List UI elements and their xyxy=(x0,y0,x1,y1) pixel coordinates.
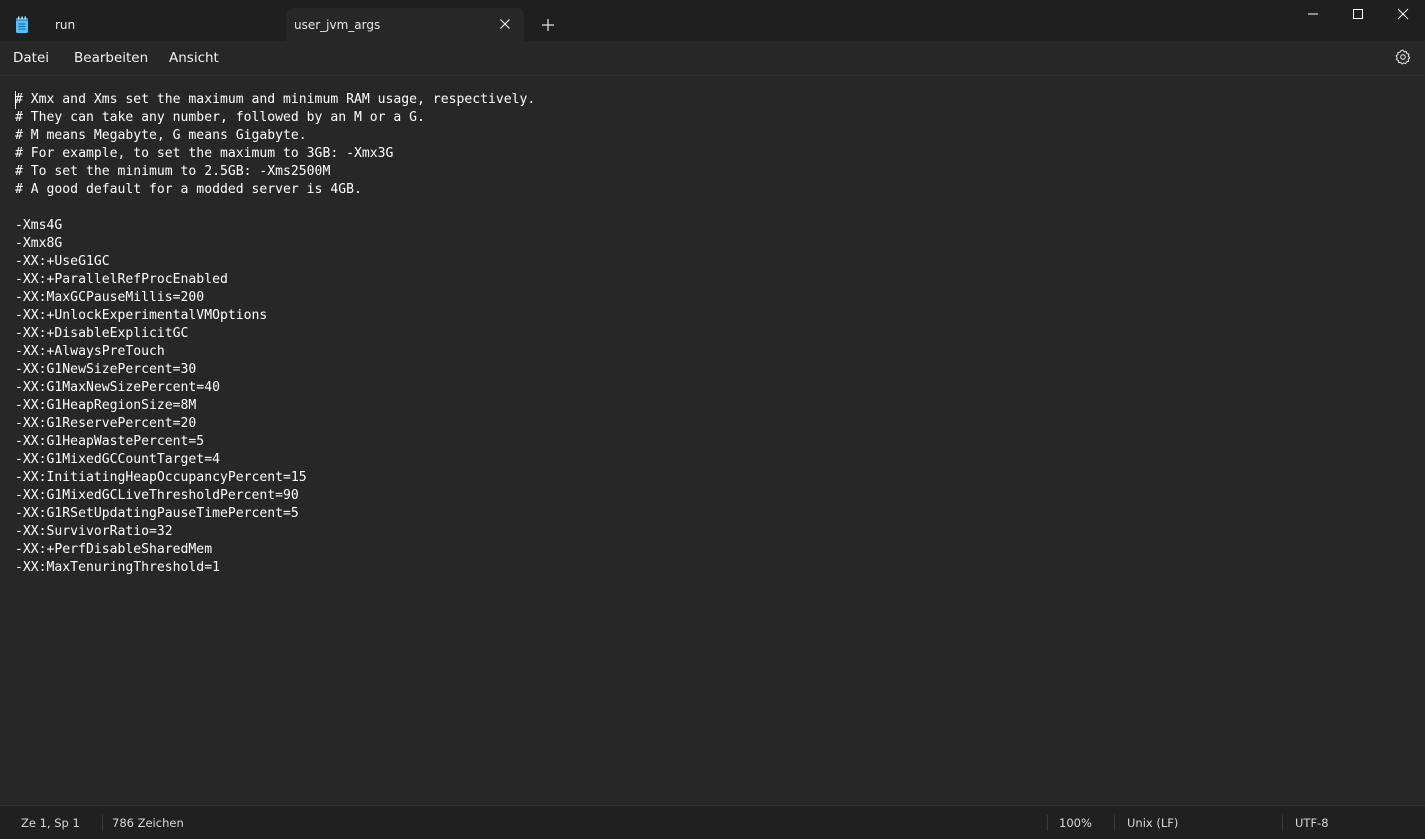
text-caret xyxy=(15,91,16,109)
menu-bar: Datei Bearbeiten Ansicht xyxy=(0,41,1425,75)
tab-user-jvm-args[interactable]: user_jvm_args xyxy=(286,8,524,41)
editor-line: -XX:+UnlockExperimentalVMOptions xyxy=(15,308,268,323)
editor-line: -XX:G1ReservePercent=20 xyxy=(15,416,197,431)
gear-icon[interactable] xyxy=(1395,49,1411,65)
tab-label: user_jvm_args xyxy=(294,18,381,32)
editor-line: # To set the minimum to 2.5GB: -Xms2500M xyxy=(15,164,331,179)
character-count: 786 Zeichen xyxy=(112,816,184,830)
notepad-window: run user_jvm_args Datei Bearbeiten Ansic… xyxy=(0,0,1425,839)
status-divider xyxy=(1114,815,1115,831)
status-bar: Ze 1, Sp 1 786 Zeichen 100% Unix (LF) UT… xyxy=(0,805,1425,839)
editor-line: -Xmx8G xyxy=(15,236,63,251)
editor-line: # M means Megabyte, G means Gigabyte. xyxy=(15,128,307,143)
cursor-position: Ze 1, Sp 1 xyxy=(21,816,80,830)
line-ending[interactable]: Unix (LF) xyxy=(1127,816,1178,830)
text-editor[interactable]: # Xmx and Xms set the maximum and minimu… xyxy=(0,75,1425,805)
tab-run[interactable]: run xyxy=(44,8,284,41)
editor-line: -XX:G1MaxNewSizePercent=40 xyxy=(15,380,220,395)
editor-line: # They can take any number, followed by … xyxy=(15,110,425,125)
editor-line: -XX:MaxGCPauseMillis=200 xyxy=(15,290,205,305)
maximize-icon xyxy=(1353,9,1363,19)
editor-line: -XX:MaxTenuringThreshold=1 xyxy=(15,560,220,575)
minimize-icon xyxy=(1308,13,1318,15)
editor-line: # Xmx and Xms set the maximum and minimu… xyxy=(15,92,536,107)
encoding[interactable]: UTF-8 xyxy=(1295,816,1329,830)
editor-line: -Xms4G xyxy=(15,218,63,233)
editor-line: -XX:G1RSetUpdatingPauseTimePercent=5 xyxy=(15,506,299,521)
editor-content[interactable]: # Xmx and Xms set the maximum and minimu… xyxy=(15,91,535,577)
editor-line: -XX:G1HeapRegionSize=8M xyxy=(15,398,197,413)
title-bar: run user_jvm_args xyxy=(0,0,1425,41)
menu-ansicht[interactable]: Ansicht xyxy=(169,50,219,66)
close-tab-icon[interactable] xyxy=(499,18,511,30)
editor-line: -XX:SurvivorRatio=32 xyxy=(15,524,173,539)
status-divider xyxy=(1047,815,1048,831)
editor-line: # For example, to set the maximum to 3GB… xyxy=(15,146,394,161)
editor-line: -XX:G1MixedGCLiveThresholdPercent=90 xyxy=(15,488,299,503)
editor-line: -XX:G1HeapWastePercent=5 xyxy=(15,434,205,449)
editor-line: -XX:G1MixedGCCountTarget=4 xyxy=(15,452,220,467)
notepad-app-icon xyxy=(16,16,28,33)
editor-line: -XX:+UseG1GC xyxy=(15,254,110,269)
editor-line: -XX:+ParallelRefProcEnabled xyxy=(15,272,228,287)
menu-bearbeiten[interactable]: Bearbeiten xyxy=(74,50,148,66)
maximize-button[interactable] xyxy=(1335,0,1381,32)
zoom-level[interactable]: 100% xyxy=(1059,816,1092,830)
tab-label: run xyxy=(55,18,76,32)
editor-line: -XX:+AlwaysPreTouch xyxy=(15,344,165,359)
status-divider xyxy=(102,815,103,831)
new-tab-plus-icon[interactable] xyxy=(541,18,555,32)
editor-line: -XX:+PerfDisableSharedMem xyxy=(15,542,213,557)
status-divider xyxy=(1282,815,1283,831)
editor-line: -XX:G1NewSizePercent=30 xyxy=(15,362,197,377)
close-icon xyxy=(1397,8,1409,20)
editor-line: # A good default for a modded server is … xyxy=(15,182,362,197)
editor-line: -XX:InitiatingHeapOccupancyPercent=15 xyxy=(15,470,307,485)
menu-datei[interactable]: Datei xyxy=(13,50,49,66)
close-window-button[interactable] xyxy=(1380,0,1425,32)
editor-line: -XX:+DisableExplicitGC xyxy=(15,326,189,341)
minimize-button[interactable] xyxy=(1290,0,1336,32)
